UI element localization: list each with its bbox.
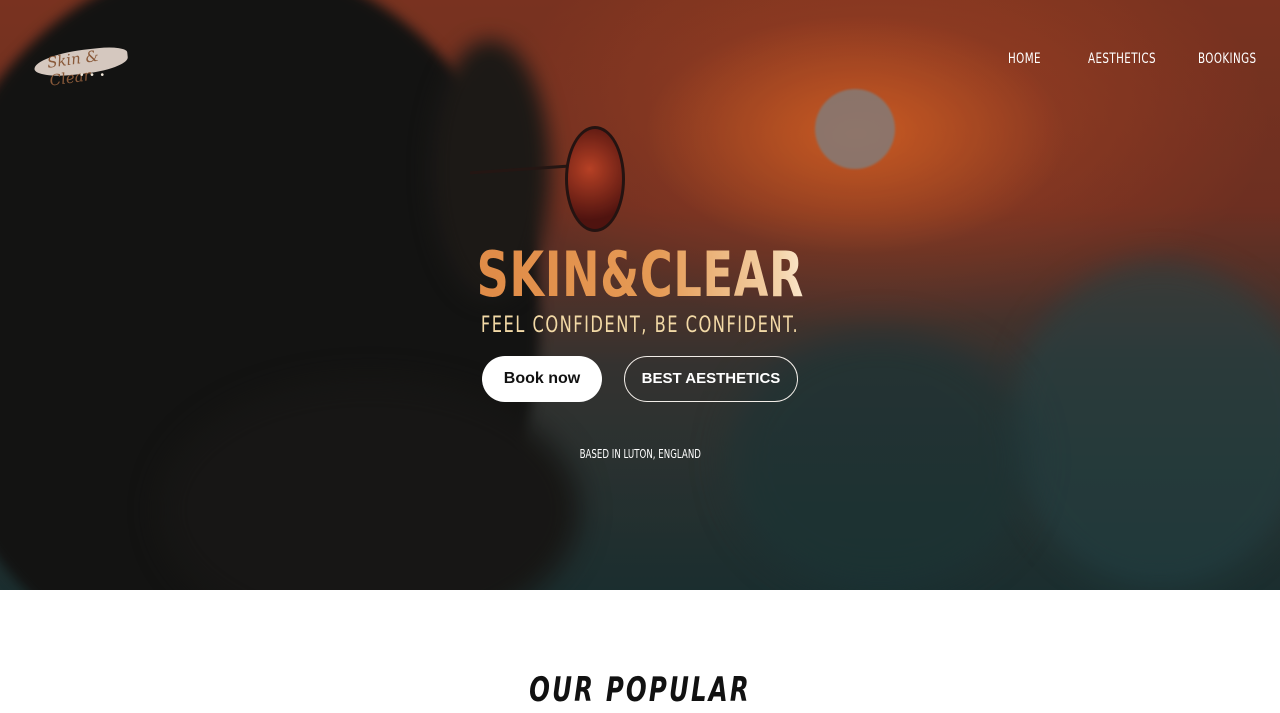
logo-script-text: Skin & Clear — [45, 46, 100, 90]
hero-title: SKIN&CLEAR — [0, 238, 1280, 312]
hero-tagline: FEEL CONFIDENT, BE CONFIDENT. — [0, 313, 1280, 338]
location-text-label: BASED IN LUTON, ENGLAND — [579, 447, 701, 461]
hero-title-text: SKIN&CLEAR — [476, 238, 804, 311]
hero-section: Skin & Clear • • • HOME AESTHETICS BOOKI… — [0, 0, 1280, 590]
best-aesthetics-button[interactable]: BEST AESTHETICS — [624, 356, 798, 402]
nav-item-home[interactable]: HOME — [1008, 51, 1041, 71]
book-now-button[interactable]: Book now — [482, 356, 602, 402]
section-title-text: OUR POPULAR — [529, 670, 751, 710]
nav-item-bookings[interactable]: BOOKINGS — [1198, 51, 1257, 71]
site-logo[interactable]: Skin & Clear • • • — [33, 40, 132, 90]
nav-item-aesthetics[interactable]: AESTHETICS — [1088, 51, 1156, 71]
logo-dots: • • • — [80, 70, 107, 81]
location-text: BASED IN LUTON, ENGLAND — [0, 447, 1280, 461]
section-title: OUR POPULAR — [0, 670, 1280, 710]
hero-tagline-text: FEEL CONFIDENT, BE CONFIDENT. — [480, 313, 800, 338]
